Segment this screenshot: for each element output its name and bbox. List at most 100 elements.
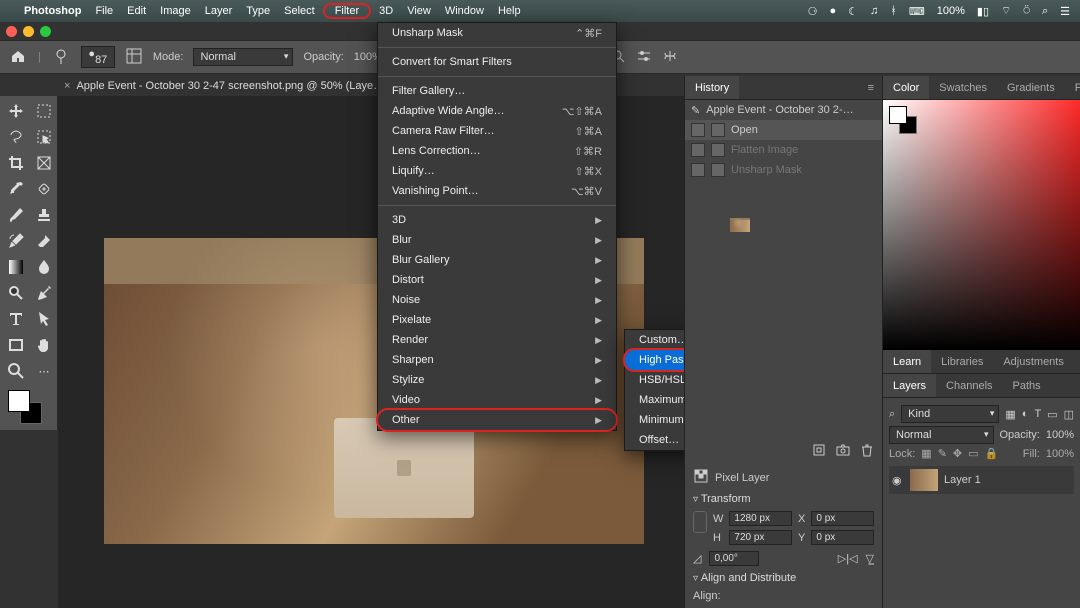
gradient-tool[interactable]: [4, 256, 28, 278]
filter-gallery[interactable]: Filter Gallery…: [378, 81, 616, 101]
filter-type-icon[interactable]: T: [1034, 408, 1041, 420]
swatches-tab[interactable]: Swatches: [929, 76, 997, 99]
settings-slider-icon[interactable]: [636, 48, 652, 67]
history-step-open[interactable]: Open: [685, 120, 882, 140]
fill-value[interactable]: 100%: [1046, 448, 1074, 460]
color-swatches-tool[interactable]: [4, 386, 56, 426]
filter-cat-pixelate[interactable]: Pixelate▶: [378, 310, 616, 330]
cc-icon[interactable]: ⚆: [808, 5, 818, 18]
menu-image[interactable]: Image: [160, 5, 191, 17]
menu-type[interactable]: Type: [246, 5, 270, 17]
filter-smart[interactable]: Convert for Smart Filters: [378, 52, 616, 72]
adjustments-tab[interactable]: Adjustments: [993, 350, 1074, 373]
menu-select[interactable]: Select: [284, 5, 315, 17]
fg-bg-swatch[interactable]: [889, 106, 919, 136]
filter-shape-icon[interactable]: ▭: [1047, 408, 1057, 421]
stamp-tool[interactable]: [32, 204, 56, 226]
close-window-button[interactable]: [6, 26, 17, 37]
frame-tool[interactable]: [32, 152, 56, 174]
color-tab[interactable]: Color: [883, 76, 929, 99]
user-icon[interactable]: ⍥: [1023, 5, 1030, 18]
filter-cat-noise[interactable]: Noise▶: [378, 290, 616, 310]
paths-tab[interactable]: Paths: [1003, 374, 1051, 397]
dnd-icon[interactable]: ☾: [848, 5, 858, 18]
minimize-window-button[interactable]: [23, 26, 34, 37]
flip-h-icon[interactable]: ▷|◁: [838, 552, 858, 565]
keyboard-icon[interactable]: ⌨: [909, 5, 925, 18]
brush-panel-icon[interactable]: [125, 47, 143, 68]
filter-last-used[interactable]: Unsharp Mask⌃⌘F: [378, 23, 616, 43]
wifi-icon[interactable]: ⌔: [1001, 4, 1011, 18]
menu-filter[interactable]: Filter: [323, 3, 371, 19]
spotlight-icon[interactable]: ⌕: [1042, 5, 1048, 18]
filter-smart-icon[interactable]: ◫: [1064, 408, 1074, 421]
y-field[interactable]: 0 px: [811, 530, 874, 545]
link-wh-icon[interactable]: [693, 511, 707, 533]
menu-layer[interactable]: Layer: [205, 5, 233, 17]
menu-3d[interactable]: 3D: [379, 5, 393, 17]
edit-toolbar[interactable]: ⋯: [32, 360, 56, 382]
tool-preset-icon[interactable]: [51, 46, 71, 69]
history-step-flatten[interactable]: Flatten Image: [685, 140, 882, 160]
filter-cat-3d[interactable]: 3D▶: [378, 210, 616, 230]
path-select-tool[interactable]: [32, 308, 56, 330]
rectangle-tool[interactable]: [4, 334, 28, 356]
menu-file[interactable]: File: [95, 5, 113, 17]
filter-cat-blur-gallery[interactable]: Blur Gallery▶: [378, 250, 616, 270]
brush-preview[interactable]: ● 87: [81, 46, 115, 68]
x-field[interactable]: 0 px: [811, 511, 874, 526]
lasso-tool[interactable]: [4, 126, 28, 148]
object-select-tool[interactable]: [32, 126, 56, 148]
app-menu[interactable]: Photoshop: [24, 5, 81, 17]
chat-icon[interactable]: ●: [829, 5, 836, 17]
lock-pixels-icon[interactable]: ▦: [921, 447, 931, 460]
filter-cat-stylize[interactable]: Stylize▶: [378, 370, 616, 390]
filter-cat-video[interactable]: Video▶: [378, 390, 616, 410]
history-tab[interactable]: History: [685, 76, 739, 99]
filter-adj-icon[interactable]: ◐: [1022, 408, 1029, 420]
document-tab[interactable]: × Apple Event - October 30 2-47 screensh…: [64, 76, 384, 96]
filter-cat-render[interactable]: Render▶: [378, 330, 616, 350]
blur-tool[interactable]: [32, 256, 56, 278]
butterfly-icon[interactable]: [662, 48, 678, 67]
filter-pixel-icon[interactable]: ▦: [1005, 408, 1015, 421]
color-picker[interactable]: [883, 100, 1080, 350]
filter-vanishing[interactable]: Vanishing Point…⌥⌘V: [378, 181, 616, 201]
filter-cat-sharpen[interactable]: Sharpen▶: [378, 350, 616, 370]
crop-tool[interactable]: [4, 152, 28, 174]
healing-tool[interactable]: [32, 178, 56, 200]
angle-field[interactable]: 0,00°: [709, 551, 759, 566]
layer-opacity-value[interactable]: 100%: [1046, 429, 1074, 441]
history-brush-tool[interactable]: [4, 230, 28, 252]
menu-help[interactable]: Help: [498, 5, 521, 17]
trash-icon[interactable]: [860, 443, 874, 460]
channels-tab[interactable]: Channels: [936, 374, 1002, 397]
filter-lens[interactable]: Lens Correction…⇧⌘R: [378, 141, 616, 161]
camera-icon[interactable]: [836, 443, 850, 460]
marquee-tool[interactable]: [32, 100, 56, 122]
zoom-tool[interactable]: [4, 360, 28, 382]
headphones-icon[interactable]: ♫: [870, 5, 878, 17]
layer-name[interactable]: Layer 1: [944, 474, 981, 486]
filter-awa[interactable]: Adaptive Wide Angle…⌥⇧⌘A: [378, 101, 616, 121]
menu-edit[interactable]: Edit: [127, 5, 146, 17]
eyedropper-tool[interactable]: [4, 178, 28, 200]
lock-position-icon[interactable]: ✥: [953, 447, 962, 460]
layer-row[interactable]: ◉ Layer 1: [889, 466, 1074, 494]
blend-mode-select[interactable]: Normal: [193, 48, 293, 66]
filter-cat-blur[interactable]: Blur▶: [378, 230, 616, 250]
filter-cat-distort[interactable]: Distort▶: [378, 270, 616, 290]
eraser-tool[interactable]: [32, 230, 56, 252]
brush-tool[interactable]: [4, 204, 28, 226]
width-field[interactable]: 1280 px: [729, 511, 792, 526]
dodge-tool[interactable]: [4, 282, 28, 304]
type-tool[interactable]: [4, 308, 28, 330]
layers-tab[interactable]: Layers: [883, 374, 936, 397]
layer-blend-select[interactable]: Normal: [889, 426, 994, 444]
home-icon[interactable]: [10, 48, 28, 66]
layer-filter-select[interactable]: Kind: [901, 405, 999, 423]
bluetooth-icon[interactable]: ᚼ: [890, 5, 897, 17]
history-step-unsharp[interactable]: Unsharp Mask: [685, 160, 882, 180]
filter-liquify[interactable]: Liquify…⇧⌘X: [378, 161, 616, 181]
learn-tab[interactable]: Learn: [883, 350, 931, 373]
